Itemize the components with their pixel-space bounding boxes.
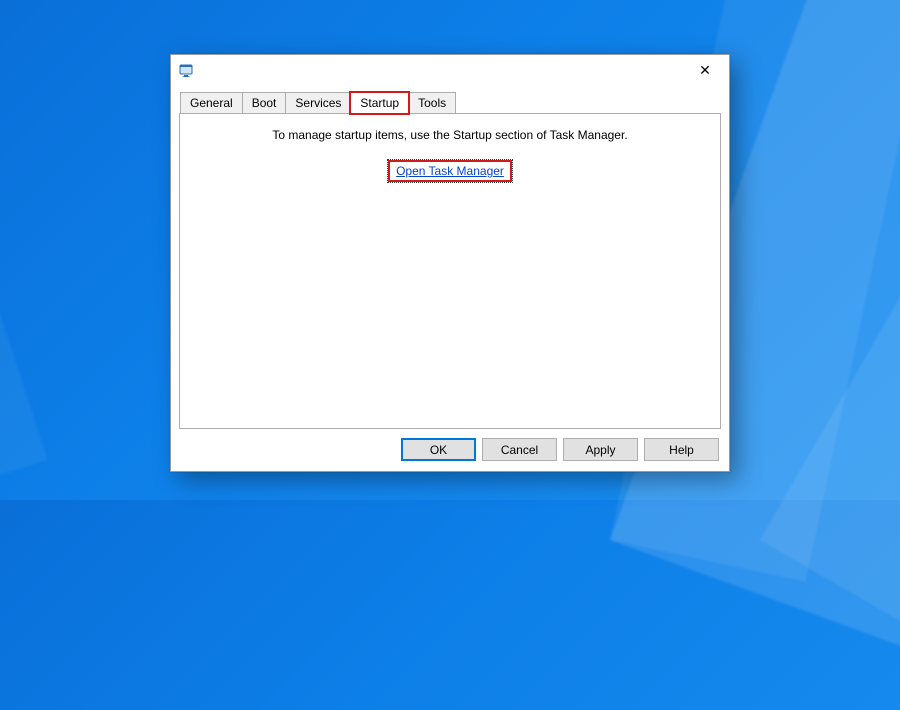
titlebar[interactable]: ✕ — [171, 55, 729, 85]
tab-general[interactable]: General — [180, 92, 243, 113]
msconfig-window: ✕ General Boot Services Startup Tools To… — [170, 54, 730, 472]
close-button[interactable]: ✕ — [683, 56, 727, 84]
apply-button[interactable]: Apply — [563, 438, 638, 461]
startup-tab-panel: To manage startup items, use the Startup… — [179, 113, 721, 429]
background-beam — [0, 0, 47, 540]
open-task-manager-link[interactable]: Open Task Manager — [388, 160, 512, 182]
help-button[interactable]: Help — [644, 438, 719, 461]
close-icon: ✕ — [699, 63, 711, 77]
dialog-button-row: OK Cancel Apply Help — [401, 438, 719, 461]
cancel-button[interactable]: Cancel — [482, 438, 557, 461]
client-area: General Boot Services Startup Tools To m… — [179, 91, 721, 429]
tab-boot[interactable]: Boot — [242, 92, 287, 113]
tab-startup[interactable]: Startup — [350, 92, 409, 114]
startup-info-text: To manage startup items, use the Startup… — [180, 128, 720, 142]
tab-services[interactable]: Services — [285, 92, 351, 113]
ok-button[interactable]: OK — [401, 438, 476, 461]
tab-strip: General Boot Services Startup Tools — [179, 91, 721, 113]
app-icon — [179, 62, 195, 78]
tab-tools[interactable]: Tools — [408, 92, 456, 113]
